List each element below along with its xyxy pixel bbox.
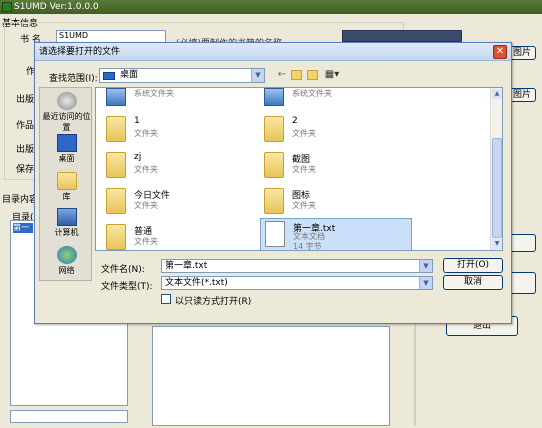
filetype-label: 文件类型(T): bbox=[101, 282, 153, 292]
library-icon bbox=[56, 172, 77, 190]
toc-label: 目录内容 bbox=[2, 195, 39, 205]
place-recent-label: 最近访问的位置 bbox=[42, 112, 91, 132]
desktop-icon bbox=[103, 72, 115, 80]
dialog-title: 请选择要打开的文件 bbox=[39, 47, 121, 57]
list-item[interactable]: 1 文件夹 bbox=[102, 114, 242, 146]
main-title: S1UMD Ver:1.0.0.0 bbox=[14, 2, 99, 12]
folder-icon bbox=[106, 116, 126, 142]
image-button-2[interactable]: 图片 bbox=[508, 88, 536, 102]
folder-icon bbox=[106, 188, 126, 214]
filename-label: 文件名(N): bbox=[101, 265, 145, 275]
scroll-up-icon[interactable]: ▲ bbox=[492, 89, 502, 99]
new-folder-icon[interactable] bbox=[307, 70, 318, 80]
list-item[interactable]: 今日文件 文件夹 bbox=[102, 186, 242, 218]
file-list[interactable]: 系统文件夹 系统文件夹 1 文件夹 2 文件夹 zj 文件夹 截图 文件夹 今日… bbox=[95, 87, 503, 251]
readonly-checkbox[interactable] bbox=[161, 294, 171, 304]
desktop-icon bbox=[56, 134, 77, 152]
side-button-1[interactable] bbox=[508, 234, 536, 252]
list-item[interactable]: zj 文件夹 bbox=[102, 150, 242, 182]
system-folder-icon bbox=[264, 88, 284, 106]
filetype-select[interactable]: 文本文件(*.txt) ▼ bbox=[161, 276, 433, 290]
place-computer[interactable]: 计算机 bbox=[40, 206, 93, 246]
place-computer-label: 计算机 bbox=[54, 228, 79, 237]
folder-icon bbox=[106, 224, 126, 250]
place-network[interactable]: 网络 bbox=[40, 244, 93, 284]
list-item[interactable]: 系统文件夹 bbox=[260, 88, 400, 114]
cover-preview bbox=[342, 30, 462, 42]
cancel-button[interactable]: 取消 bbox=[443, 275, 503, 290]
place-library[interactable]: 库 bbox=[40, 170, 93, 210]
toc-input[interactable] bbox=[10, 410, 128, 423]
folder-icon bbox=[106, 152, 126, 178]
folder-icon bbox=[264, 116, 284, 142]
place-network-label: 网络 bbox=[58, 266, 75, 275]
folder-icon bbox=[264, 188, 284, 214]
close-icon[interactable]: ✕ bbox=[493, 45, 507, 59]
folder-icon bbox=[264, 152, 284, 178]
main-title-bar: S1UMD Ver:1.0.0.0 bbox=[0, 0, 542, 14]
places-bar: 最近访问的位置 桌面 库 计算机 网络 bbox=[39, 87, 92, 281]
publish2-label: 出版 bbox=[16, 145, 35, 155]
place-desktop[interactable]: 桌面 bbox=[40, 132, 93, 172]
place-library-label: 库 bbox=[62, 192, 71, 201]
place-desktop-label: 桌面 bbox=[58, 154, 75, 163]
view-menu-icon[interactable]: ▦▾ bbox=[323, 68, 341, 81]
scroll-thumb[interactable] bbox=[492, 138, 502, 238]
list-item-selected[interactable]: 第一章.txt 文本文档 14 字节 bbox=[260, 218, 412, 250]
app-icon bbox=[2, 2, 12, 12]
readonly-label: 以只读方式打开(R) bbox=[175, 297, 252, 307]
system-folder-icon bbox=[106, 88, 126, 106]
look-in-combo[interactable]: 桌面 ▼ bbox=[99, 68, 265, 83]
image-button-1[interactable]: 图片 bbox=[508, 46, 536, 60]
vertical-scrollbar[interactable]: ▲ ▼ bbox=[490, 88, 502, 250]
filename-input[interactable]: 第一章.txt ▼ bbox=[161, 259, 433, 273]
up-folder-icon[interactable] bbox=[291, 70, 302, 80]
chevron-down-icon[interactable]: ▼ bbox=[251, 69, 264, 82]
list-item[interactable]: 截图 文件夹 bbox=[260, 150, 400, 182]
recent-places-icon bbox=[56, 92, 77, 110]
dialog-title-bar: 请选择要打开的文件 ✕ bbox=[35, 43, 511, 61]
save-label: 保存 bbox=[16, 165, 35, 175]
list-item[interactable]: 图标 文件夹 bbox=[260, 186, 400, 218]
list-item[interactable]: 2 文件夹 bbox=[260, 114, 400, 146]
chevron-down-icon[interactable]: ▼ bbox=[419, 260, 432, 272]
look-in-value: 桌面 bbox=[120, 70, 139, 80]
publish-label: 出版 bbox=[16, 95, 35, 105]
back-icon[interactable]: ← bbox=[275, 68, 289, 81]
computer-icon bbox=[56, 208, 77, 226]
text-file-icon bbox=[265, 221, 285, 247]
side-button-2[interactable] bbox=[508, 272, 536, 294]
list-item[interactable]: 系统文件夹 bbox=[102, 88, 242, 114]
look-in-label: 查找范围(I): bbox=[49, 74, 98, 84]
list-item[interactable]: 普通 文件夹 bbox=[102, 222, 242, 250]
scroll-down-icon[interactable]: ▼ bbox=[492, 239, 502, 249]
open-file-dialog: 请选择要打开的文件 ✕ 查找范围(I): 桌面 ▼ ← ▦▾ 最近访问的位置 桌… bbox=[34, 42, 512, 324]
chevron-down-icon[interactable]: ▼ bbox=[419, 277, 432, 289]
works-label: 作品 bbox=[16, 121, 35, 131]
network-icon bbox=[56, 246, 77, 264]
content-textarea[interactable] bbox=[152, 326, 390, 426]
place-recent[interactable]: 最近访问的位置 bbox=[40, 90, 93, 132]
open-button[interactable]: 打开(O) bbox=[443, 258, 503, 273]
toc-list-item[interactable]: 第一 bbox=[13, 223, 33, 233]
